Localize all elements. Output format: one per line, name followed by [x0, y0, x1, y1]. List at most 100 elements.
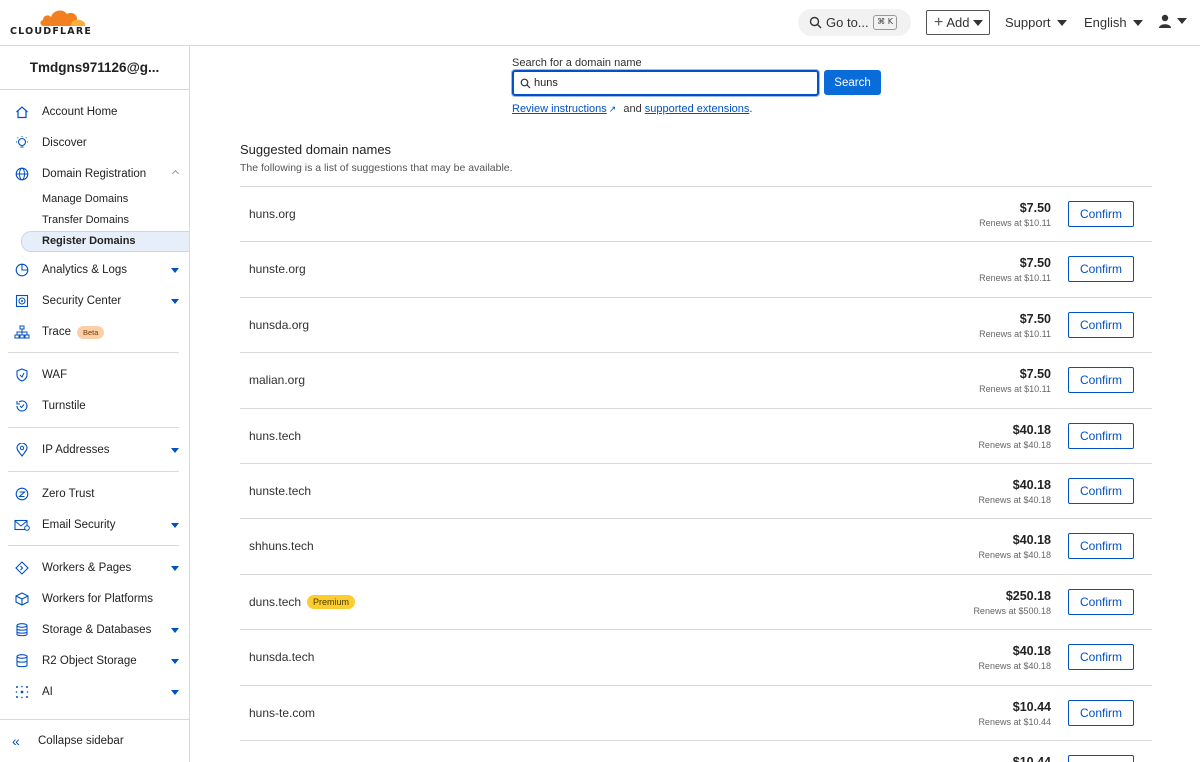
- review-instructions-link[interactable]: Review instructions: [512, 103, 607, 115]
- add-label: Add: [946, 15, 970, 30]
- sidebar-item-workers-for-platforms[interactable]: Workers for Platforms: [0, 587, 189, 611]
- sidebar-item-trace[interactable]: Trace Beta: [0, 320, 189, 344]
- renewal-price: Renews at $40.18: [978, 550, 1051, 561]
- sidebar-item-discover[interactable]: Discover: [0, 131, 189, 155]
- domain-price: $7.50: [1019, 311, 1051, 326]
- chevron-down-icon: [1132, 19, 1143, 26]
- renewal-price: Renews at $40.18: [978, 494, 1051, 505]
- confirm-button[interactable]: Confirm: [1068, 256, 1134, 283]
- sidebar-item-workers-pages[interactable]: Workers & Pages: [0, 556, 189, 580]
- sidebar-item-turnstile[interactable]: Turnstile: [0, 394, 189, 418]
- support-menu[interactable]: Support: [1005, 15, 1067, 30]
- confirm-button[interactable]: Confirm: [1068, 644, 1134, 671]
- sidebar-subitem-transfer-domains[interactable]: Transfer Domains: [42, 214, 129, 226]
- domain-name-text: huns.org: [249, 207, 296, 221]
- confirm-button[interactable]: Confirm: [1068, 588, 1134, 615]
- beta-badge: Beta: [76, 325, 105, 339]
- globe-icon: [14, 166, 30, 182]
- domain-search-input[interactable]: [534, 74, 814, 92]
- search-button[interactable]: Search: [824, 70, 881, 95]
- confirm-button[interactable]: Confirm: [1068, 699, 1134, 726]
- domain-name-text: duns.tech: [249, 594, 302, 609]
- workers-icon: [14, 560, 30, 576]
- domain-name-text: hunste.org: [249, 262, 306, 277]
- domain-price: $40.18: [1012, 422, 1051, 437]
- sidebar-item-domain-registration[interactable]: Domain Registration: [0, 162, 189, 186]
- account-name: Tmdgns971126@g...: [29, 60, 160, 75]
- chevron-down-icon: [171, 448, 179, 453]
- chevron-down-icon: [1056, 19, 1067, 26]
- domain-name-text: shhuns.tech: [249, 539, 314, 554]
- domain-price: $7.50: [1019, 201, 1051, 215]
- cloudflare-logo[interactable]: CLOUDFLARE: [10, 6, 92, 40]
- sidebar-item-zero-trust[interactable]: Zero Trust: [0, 482, 189, 506]
- table-row: hunste.org $7.50 Renews at $10.11 Confirm: [240, 241, 1152, 296]
- confirm-button[interactable]: Confirm: [1068, 477, 1134, 504]
- help-end-text: .: [749, 103, 753, 115]
- confirm-button[interactable]: Confirm: [1068, 422, 1134, 449]
- top-bar: CLOUDFLARE Go to... ⌘ K + Add Support En…: [0, 0, 1200, 46]
- domain-name: hunste.org: [249, 262, 306, 276]
- location-pin-icon: [14, 442, 30, 458]
- table-row: huns-te.com $10.44 Renews at $10.44 Confirm: [240, 684, 1152, 740]
- table-row: huns.tech $40.18 Renews at $40.18 Confirm: [240, 407, 1152, 463]
- database-icon: [14, 622, 30, 638]
- sidebar-subitem-register-domains[interactable]: Register Domains: [42, 235, 136, 247]
- domain-price: $10.44: [1012, 699, 1051, 714]
- collapse-sidebar-button[interactable]: « Collapse sidebar: [0, 719, 189, 762]
- search-icon: [809, 16, 822, 29]
- language-menu[interactable]: English: [1084, 15, 1143, 30]
- domain-price: $250.18: [1005, 588, 1051, 603]
- sidebar-divider: [8, 352, 179, 353]
- sidebar-item-storage-databases[interactable]: Storage & Databases: [0, 618, 189, 642]
- goto-shortcut: ⌘ K: [873, 15, 897, 30]
- table-row: malian.org $7.50 Renews at $10.11 Confirm: [240, 352, 1152, 407]
- sidebar-item-r2-object-storage[interactable]: R2 Object Storage: [0, 649, 189, 673]
- chevron-up-icon: [171, 169, 180, 178]
- add-button[interactable]: + Add: [926, 10, 990, 35]
- confirm-button[interactable]: Confirm: [1068, 533, 1134, 560]
- table-row: shhuns.tech $40.18 Renews at $40.18 Confirm: [240, 518, 1152, 573]
- chevron-down-icon: [171, 523, 179, 528]
- sidebar-item-ip-addresses[interactable]: IP Addresses: [0, 438, 189, 462]
- domain-name: duns.tech Premium: [249, 594, 356, 609]
- renewal-price: Renews at $10.11: [979, 384, 1051, 395]
- sidebar-item-analytics-logs[interactable]: Analytics & Logs: [0, 258, 189, 282]
- confirm-button[interactable]: Confirm: [1068, 201, 1134, 227]
- chevron-down-icon: [171, 690, 179, 695]
- trace-label: Trace: [42, 325, 71, 338]
- suggestions-title: Suggested domain names: [240, 142, 392, 157]
- sidebar-divider: [8, 545, 179, 546]
- sidebar-subitem-manage-domains[interactable]: Manage Domains: [42, 193, 128, 205]
- suggestions-subtitle: The following is a list of suggestions t…: [240, 162, 513, 174]
- confirm-button[interactable]: Confirm: [1068, 311, 1134, 338]
- domain-name-text: malian.org: [249, 373, 306, 388]
- table-row: hunsda.org $7.50 Renews at $10.11 Confirm: [240, 296, 1152, 352]
- goto-label: Go to...: [826, 15, 869, 30]
- domain-name-text: hunsda.org: [249, 317, 310, 332]
- chevron-down-icon: [171, 659, 179, 664]
- user-menu[interactable]: [1158, 14, 1187, 28]
- table-row: duns.tech Premium $250.18 Renews at $500.18…: [240, 573, 1152, 629]
- account-switcher[interactable]: Tmdgns971126@g...: [0, 46, 189, 90]
- domain-name: hunsda.org: [249, 318, 309, 332]
- sidebar-item-waf[interactable]: WAF: [0, 363, 189, 387]
- sidebar-divider: [8, 427, 179, 428]
- confirm-button[interactable]: Confirm: [1068, 367, 1134, 394]
- domain-search-field[interactable]: [512, 70, 819, 96]
- table-row: $10.44 Confirm: [240, 739, 1152, 762]
- turnstile-icon: [14, 398, 30, 414]
- domain-price: $7.50: [1019, 256, 1051, 271]
- sidebar-item-security-center[interactable]: Security Center: [0, 289, 189, 313]
- sidebar-item-email-security[interactable]: Email Security: [0, 513, 189, 537]
- goto-search-button[interactable]: Go to... ⌘ K: [798, 9, 911, 36]
- chevron-down-icon: [171, 299, 179, 304]
- plus-icon: +: [934, 13, 944, 31]
- external-link-icon: ↗: [608, 104, 617, 114]
- sidebar-item-account-home[interactable]: Account Home: [0, 100, 189, 124]
- confirm-button[interactable]: Confirm: [1068, 754, 1134, 762]
- supported-extensions-link[interactable]: supported extensions: [645, 103, 750, 115]
- sidebar-item-ai[interactable]: AI: [0, 680, 189, 704]
- chevron-down-icon: [171, 268, 179, 273]
- search-help-text: Review instructions ↗ and supported exten…: [512, 103, 752, 115]
